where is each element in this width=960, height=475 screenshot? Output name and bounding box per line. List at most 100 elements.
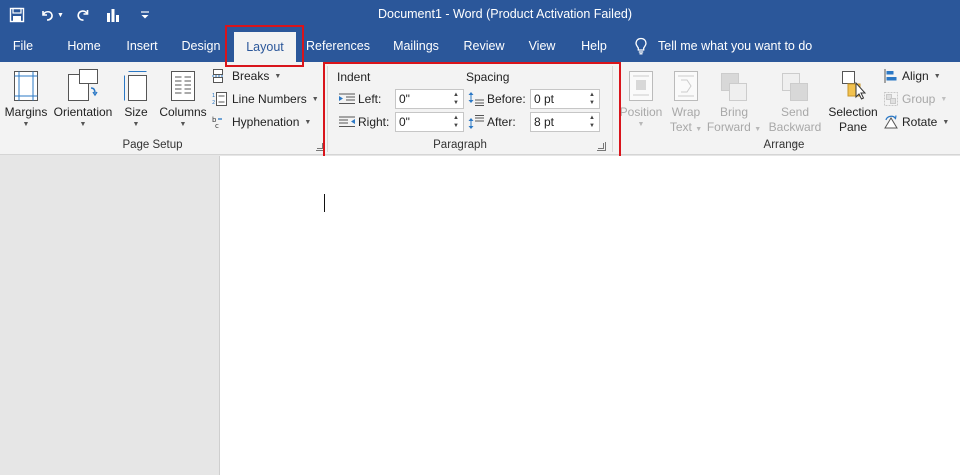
group-label: Group [902, 92, 936, 106]
stepper-arrows[interactable]: ▲ ▼ [585, 90, 599, 108]
ribbon: Margins ▼ Orientation ▼ Size ▼ Columns ▼… [0, 62, 960, 155]
tab-references[interactable]: References [306, 30, 370, 62]
size-button[interactable]: Size ▼ [120, 64, 152, 130]
hyphenation-icon: b c [212, 116, 222, 129]
decrease-icon[interactable]: ▼ [453, 122, 459, 130]
chevron-down-icon: ▼ [695, 126, 703, 133]
line-numbers-button[interactable]: 1 2 Line Numbers ▼ [212, 89, 319, 109]
spacing-after-row: After: [468, 112, 516, 132]
hyphenation-button[interactable]: b c Hyphenation ▼ [212, 112, 311, 132]
margins-button[interactable]: Margins ▼ [3, 64, 49, 130]
breaks-label: Breaks [232, 69, 270, 83]
bring-forward-button[interactable]: Bring Forward ▼ [705, 64, 763, 135]
page-setup-launcher-icon[interactable] [316, 142, 325, 151]
align-button[interactable]: Align ▼ [884, 66, 941, 86]
chevron-down-icon: ▼ [22, 121, 30, 128]
chevron-down-icon: ▼ [933, 72, 941, 80]
paragraph-group-label: Paragraph [433, 139, 487, 151]
indent-left-icon [339, 93, 355, 104]
position-label: Position [619, 105, 663, 119]
indent-right-icon [339, 116, 355, 127]
chevron-down-icon: ▼ [274, 72, 282, 80]
bring-label-2: Forward ▼ [707, 120, 761, 135]
tab-file[interactable]: File [0, 30, 46, 62]
size-icon [124, 71, 147, 101]
tell-me-box[interactable]: Tell me what you want to do [634, 30, 812, 62]
wrap-label-2-text: Text [669, 120, 692, 134]
increase-icon[interactable]: ▲ [589, 114, 595, 122]
bring-label-1: Bring [719, 105, 748, 119]
spacing-after-input[interactable] [531, 113, 585, 131]
spacing-before-icon [468, 92, 484, 106]
chevron-down-icon: ▼ [179, 121, 187, 128]
indent-right-input[interactable] [396, 113, 449, 131]
wrap-text-icon [674, 71, 698, 101]
indent-left-input[interactable] [396, 90, 449, 108]
group-button[interactable]: Group ▼ [884, 89, 947, 109]
columns-icon [171, 71, 195, 101]
align-label: Align [902, 69, 929, 83]
tab-design[interactable]: Design [176, 30, 226, 62]
increase-icon[interactable]: ▲ [453, 91, 459, 99]
orientation-button[interactable]: Orientation ▼ [51, 64, 115, 130]
send-label-1: Send [780, 105, 810, 119]
increase-icon[interactable]: ▲ [589, 91, 595, 99]
tab-layout[interactable]: Layout [234, 32, 296, 62]
chevron-down-icon: ▼ [132, 121, 140, 128]
send-backward-button[interactable]: Send Backward ▼ [764, 64, 826, 150]
hyphenation-label: Hyphenation [232, 115, 300, 129]
line-numbers-label: Line Numbers [232, 92, 307, 106]
tab-insert[interactable]: Insert [118, 30, 166, 62]
paragraph-launcher-icon[interactable] [597, 142, 606, 151]
selection-pane-button[interactable]: Selection Pane [826, 64, 880, 135]
line-numbers-icon: 1 2 [212, 92, 227, 106]
window-title: Document1 - Word (Product Activation Fai… [377, 7, 633, 21]
spacing-before-label: Before: [487, 92, 526, 106]
spacing-after-stepper[interactable]: ▲▼ [530, 112, 600, 132]
decrease-icon[interactable]: ▼ [453, 99, 459, 107]
decrease-icon[interactable]: ▼ [589, 122, 595, 130]
indent-right-stepper[interactable]: ▲▼ [395, 112, 464, 132]
decrease-icon[interactable]: ▼ [589, 99, 595, 107]
breaks-button[interactable]: Breaks ▼ [212, 66, 281, 86]
lightbulb-icon [635, 37, 647, 55]
title-bar: ▼ Document1 - Word (Product Activation F… [0, 0, 960, 30]
bring-forward-icon [721, 73, 747, 101]
document-page[interactable] [219, 156, 960, 475]
position-button[interactable]: Position ▼ [616, 64, 666, 130]
text-cursor [324, 194, 325, 212]
spacing-heading: Spacing [466, 70, 510, 84]
svg-text:c: c [215, 122, 219, 129]
svg-text:1: 1 [212, 93, 215, 99]
tab-mailings[interactable]: Mailings [386, 30, 446, 62]
columns-button[interactable]: Columns ▼ [157, 64, 209, 130]
orientation-label: Orientation [53, 105, 113, 119]
indent-heading: Indent [337, 70, 371, 84]
send-backward-icon [782, 73, 808, 101]
indent-left-row: Left: [339, 89, 381, 109]
orientation-icon [68, 69, 98, 101]
tab-home[interactable]: Home [59, 30, 109, 62]
tab-view[interactable]: View [522, 30, 562, 62]
rotate-button[interactable]: Rotate ▼ [884, 112, 949, 132]
stepper-arrows[interactable]: ▲ ▼ [449, 90, 463, 108]
indent-right-row: Right: [339, 112, 389, 132]
spacing-before-input[interactable] [531, 90, 585, 108]
chevron-down-icon: ▼ [637, 121, 645, 128]
stepper-arrows[interactable]: ▲ ▼ [449, 113, 463, 131]
indent-left-stepper[interactable]: ▲▼ [395, 89, 464, 109]
align-icon [884, 69, 897, 83]
margins-label: Margins [4, 105, 48, 119]
margins-icon [14, 71, 38, 101]
tab-review[interactable]: Review [458, 30, 510, 62]
wrap-text-button[interactable]: Wrap Text ▼ [664, 64, 708, 135]
spacing-after-label: After: [487, 115, 516, 129]
arrange-group-label: Arrange [763, 139, 805, 151]
selection-label-2: Pane [838, 120, 868, 134]
increase-icon[interactable]: ▲ [453, 114, 459, 122]
spacing-before-stepper[interactable]: ▲▼ [530, 89, 600, 109]
stepper-arrows[interactable]: ▲ ▼ [585, 113, 599, 131]
tab-help[interactable]: Help [574, 30, 614, 62]
tell-me-label: Tell me what you want to do [658, 39, 813, 53]
chevron-down-icon: ▼ [304, 118, 312, 126]
